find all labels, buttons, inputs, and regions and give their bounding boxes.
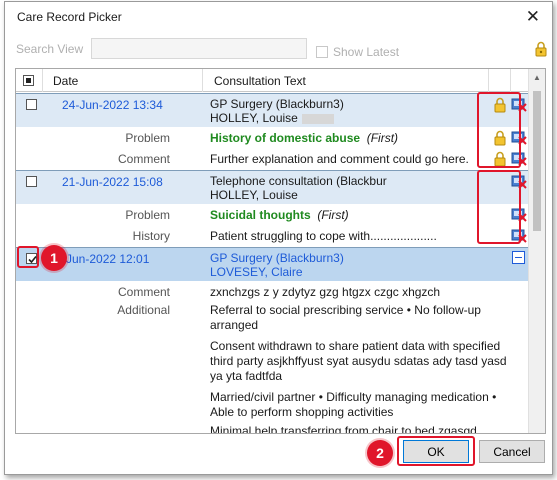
records-grid: Date Consultation Text 24-Jun-2022 13:34… bbox=[15, 68, 546, 434]
callout-badge-2: 2 bbox=[367, 440, 393, 466]
record-date: 24-Jun-2022 13:34 bbox=[62, 98, 163, 112]
search-view-label: Search View bbox=[16, 42, 84, 56]
column-divider bbox=[202, 69, 203, 92]
consultation-location: Telephone consultation (Blackbur bbox=[210, 174, 387, 188]
lock-icon[interactable] bbox=[534, 41, 548, 60]
checkbox-highlight-box bbox=[17, 246, 39, 268]
clinician-name: HOLLEY, Louise bbox=[210, 111, 298, 125]
record-subrow: Comment Further explanation and comment … bbox=[16, 149, 529, 169]
subrow-label: Comment bbox=[117, 285, 170, 299]
column-divider bbox=[488, 69, 489, 92]
clinician-name: HOLLEY, Louise bbox=[210, 188, 298, 202]
problem-episode: (First) bbox=[366, 131, 399, 145]
additional-item: Referral to social prescribing service •… bbox=[210, 303, 481, 332]
search-view-input[interactable] bbox=[91, 38, 307, 59]
subrow-label: Problem bbox=[125, 131, 170, 145]
select-all-checkbox[interactable] bbox=[23, 75, 34, 86]
clinician-name-wrap: HOLLEY, Louise bbox=[210, 111, 334, 125]
callout-badge-1: 1 bbox=[41, 245, 67, 271]
subrow-label: Comment bbox=[117, 152, 170, 166]
history-text: Patient struggling to cope with.........… bbox=[210, 229, 437, 243]
ok-button[interactable]: OK bbox=[403, 440, 469, 463]
additional-item: Consent withdrawn to share patient data … bbox=[210, 339, 507, 383]
consultation-location: GP Surgery (Blackburn3) bbox=[210, 97, 344, 111]
record-subrow: Additional Referral to social prescribin… bbox=[16, 303, 529, 433]
problem-episode: (First) bbox=[317, 208, 349, 222]
consultation-text-column-header[interactable]: Consultation Text bbox=[214, 74, 306, 88]
record-subrow: History Patient struggling to cope with.… bbox=[16, 226, 529, 246]
record-checkbox[interactable] bbox=[26, 99, 37, 110]
problem-name: History of domestic abuse bbox=[210, 131, 361, 145]
record-date: 21-Jun-2022 15:08 bbox=[62, 175, 163, 189]
scroll-up-arrow-icon[interactable]: ▲ bbox=[533, 73, 541, 82]
record-subrow: Comment zxnchzgs z y zdytyz gzg htgzx cz… bbox=[16, 282, 529, 302]
close-icon[interactable]: ✕ bbox=[526, 7, 540, 27]
select-all-indicator bbox=[26, 78, 31, 83]
search-row: Search View Show Latest bbox=[5, 38, 552, 62]
subrow-label: Additional bbox=[117, 303, 170, 317]
grid-header: Date Consultation Text bbox=[16, 69, 545, 92]
date-column-header[interactable]: Date bbox=[53, 74, 78, 88]
scrollbar-thumb[interactable] bbox=[533, 91, 541, 231]
subrow-label: Problem bbox=[125, 208, 170, 222]
clinician-name: LOVESEY, Claire bbox=[210, 265, 303, 279]
problem-name: Suicidal thoughts bbox=[210, 208, 311, 222]
problem-text: History of domestic abuse (First) bbox=[210, 131, 398, 145]
redacted-block bbox=[301, 113, 334, 124]
care-record-picker-dialog: Care Record Picker ✕ Search View Show La… bbox=[4, 1, 553, 475]
record-date: -Jun-2022 12:01 bbox=[62, 252, 150, 266]
dialog-title: Care Record Picker bbox=[17, 10, 122, 24]
collapse-icon[interactable] bbox=[512, 251, 525, 264]
record-subrow: Problem Suicidal thoughts (First) bbox=[16, 205, 529, 225]
column-divider bbox=[42, 69, 43, 92]
additional-item: Minimal help transferring from chair to … bbox=[210, 424, 477, 434]
subrow-label: History bbox=[132, 229, 170, 243]
comment-text: zxnchzgs z y zdytyz gzg htgzx czgc xhgzc… bbox=[210, 285, 441, 299]
record-checkbox[interactable] bbox=[26, 176, 37, 187]
cancel-button[interactable]: Cancel bbox=[479, 440, 545, 463]
record-subrow: Problem History of domestic abuse (First… bbox=[16, 128, 529, 148]
record-row[interactable]: 21-Jun-2022 15:08 Telephone consultation… bbox=[16, 170, 529, 204]
vertical-scrollbar[interactable]: ▲ bbox=[528, 69, 545, 433]
show-latest-label: Show Latest bbox=[333, 45, 400, 59]
icons-highlight-box bbox=[477, 92, 521, 168]
title-bar: Care Record Picker ✕ bbox=[5, 2, 552, 32]
problem-text: Suicidal thoughts (First) bbox=[210, 208, 349, 222]
record-row-selected[interactable]: -Jun-2022 12:01 GP Surgery (Blackburn3) … bbox=[16, 247, 529, 281]
consultation-location: GP Surgery (Blackburn3) bbox=[210, 251, 344, 265]
column-divider bbox=[510, 69, 511, 92]
record-row[interactable]: 24-Jun-2022 13:34 GP Surgery (Blackburn3… bbox=[16, 93, 529, 127]
icons-highlight-box bbox=[477, 170, 521, 244]
comment-text: Further explanation and comment could go… bbox=[210, 152, 469, 166]
additional-item: Married/civil partner • Difficulty manag… bbox=[210, 390, 497, 419]
show-latest-checkbox[interactable] bbox=[316, 46, 328, 58]
